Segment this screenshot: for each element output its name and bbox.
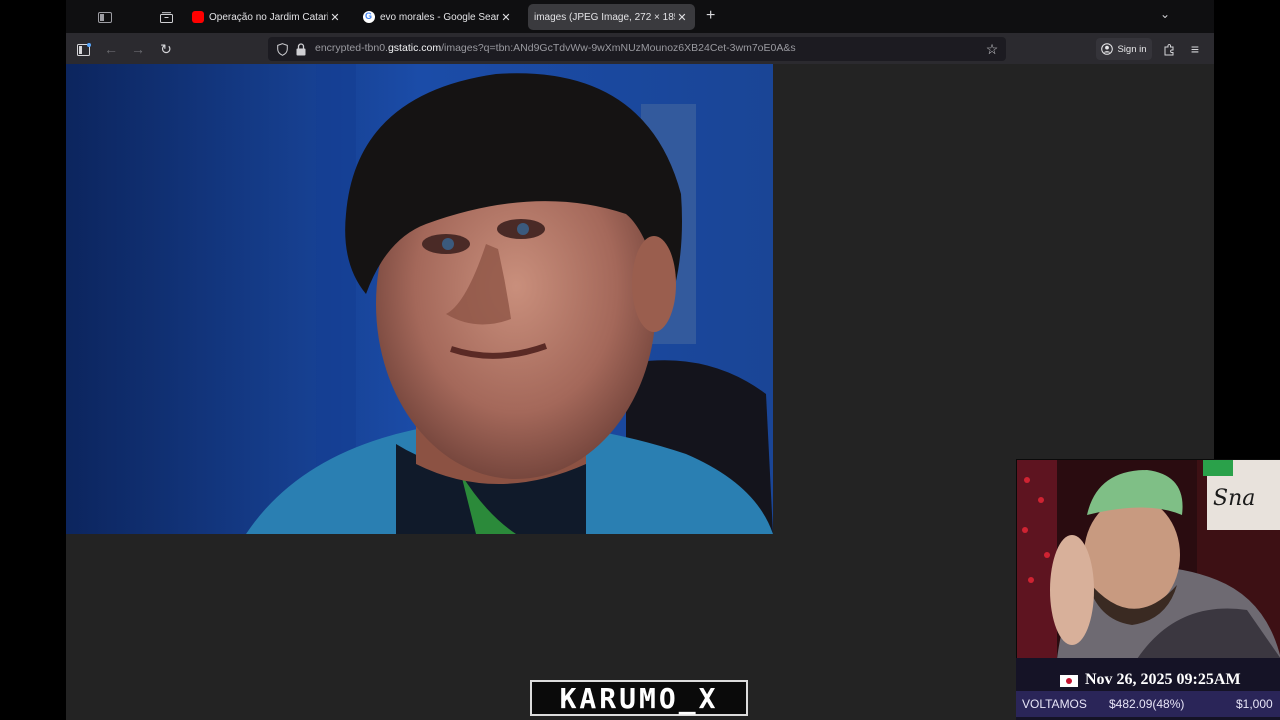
japan-flag-icon <box>1060 675 1078 687</box>
svg-text:Sna: Sna <box>1213 486 1255 511</box>
address-bar[interactable]: encrypted-tbn0.gstatic.com/images?q=tbn:… <box>268 37 1006 61</box>
account-icon <box>1101 43 1114 55</box>
webcam-overlay: Sna <box>1016 459 1280 660</box>
tab-tray-icon[interactable] <box>153 6 179 28</box>
goal-target: $1,000 <box>1236 697 1273 711</box>
tab-strip: Operação no Jardim Catarina - Y ✕ G evo … <box>66 0 1214 33</box>
tab-title: images (JPEG Image, 272 × 185 pixels) <box>534 11 675 23</box>
goal-label: VOLTAMOS <box>1022 697 1087 711</box>
sign-in-button[interactable]: Sign in <box>1096 38 1152 60</box>
webcam-illustration: Sna <box>1017 460 1280 659</box>
tab-youtube[interactable]: Operação no Jardim Catarina - Y ✕ <box>186 4 348 30</box>
url-subdomain: encrypted-tbn0. <box>315 42 388 54</box>
tab-title: evo morales - Google Search <box>380 11 499 23</box>
close-icon[interactable]: ✕ <box>499 11 513 24</box>
google-icon: G <box>363 11 375 23</box>
forward-arrow-icon[interactable]: → <box>128 39 148 59</box>
channel-name-badge: KARUMO_X <box>530 680 748 716</box>
shield-icon[interactable] <box>272 39 292 59</box>
portrait-illustration <box>66 64 773 534</box>
stream-ticker: Nov 26, 2025 09:25AM VOLTAMOS $482.09(48… <box>1016 658 1280 720</box>
url-text: encrypted-tbn0.gstatic.com/images?q=tbn:… <box>315 42 796 54</box>
close-icon[interactable]: ✕ <box>328 11 342 24</box>
donation-goal-bar: VOLTAMOS $482.09(48%) $1,000 <box>1016 691 1280 717</box>
jpeg-image <box>66 64 773 534</box>
menu-icon[interactable]: ≡ <box>1185 39 1205 59</box>
chevron-down-icon[interactable]: ⌄ <box>1160 7 1170 21</box>
goal-progress: $482.09(48%) <box>1109 697 1185 711</box>
reload-icon[interactable]: ↻ <box>156 39 176 59</box>
extensions-icon[interactable] <box>1159 39 1179 59</box>
new-tab-icon[interactable]: + <box>706 7 715 25</box>
tab-jpeg-image[interactable]: images (JPEG Image, 272 × 185 pixels) ✕ <box>528 4 695 30</box>
lock-icon[interactable] <box>291 39 311 59</box>
sidebar-toggle-icon[interactable] <box>84 6 126 28</box>
url-path: /images?q=tbn:ANd9GcTdvWw-9wXmNUzMounoz6… <box>441 42 796 54</box>
star-icon[interactable]: ☆ <box>982 39 1002 59</box>
sidebar-icon[interactable] <box>74 39 94 59</box>
navigation-toolbar: ← → ↻ encrypted-tbn0.gstatic.com/images?… <box>66 33 1214 64</box>
close-icon[interactable]: ✕ <box>675 11 689 24</box>
url-domain: gstatic.com <box>387 42 442 54</box>
stream-datetime: Nov 26, 2025 09:25AM <box>1085 671 1241 688</box>
tab-google-search[interactable]: G evo morales - Google Search ✕ <box>357 4 519 30</box>
sign-in-label: Sign in <box>1117 43 1147 55</box>
tab-title: Operação no Jardim Catarina - Y <box>209 11 328 23</box>
back-arrow-icon[interactable]: ← <box>101 39 121 59</box>
youtube-icon <box>192 11 204 23</box>
